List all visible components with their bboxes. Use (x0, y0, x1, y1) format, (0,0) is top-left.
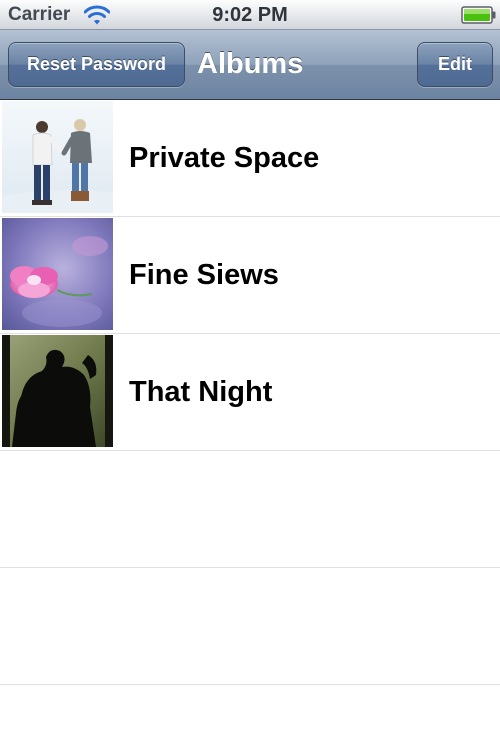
album-name: Private Space (129, 142, 320, 174)
status-time: 9:02 PM (212, 4, 288, 26)
empty-row (0, 568, 500, 685)
page-title: Albums (197, 48, 304, 80)
empty-row (0, 451, 500, 568)
couple-walking-in-snow-photo (2, 101, 113, 213)
status-bar: Carrier 9:02 PM (0, 0, 500, 30)
edit-button[interactable]: Edit (417, 42, 493, 87)
navigation-bar: Reset Password Albums Edit (0, 30, 500, 100)
albums-screen: Carrier 9:02 PM Reset Password Albums Ed… (0, 0, 500, 750)
album-name: Fine Siews (129, 259, 279, 291)
album-row[interactable]: Fine Siews (0, 217, 500, 334)
couple-silhouette-photo (2, 335, 113, 447)
battery-full-icon (461, 6, 496, 24)
album-name: That Night (129, 376, 273, 408)
pink-rose-photo (2, 218, 113, 330)
album-thumbnail (2, 218, 113, 330)
album-row[interactable]: Private Space (0, 100, 500, 217)
albums-table: Private Space Fine Siews That Night (0, 100, 500, 750)
reset-password-button[interactable]: Reset Password (8, 42, 185, 87)
album-row[interactable]: That Night (0, 334, 500, 451)
album-thumbnail (2, 101, 113, 213)
album-thumbnail (2, 335, 113, 447)
